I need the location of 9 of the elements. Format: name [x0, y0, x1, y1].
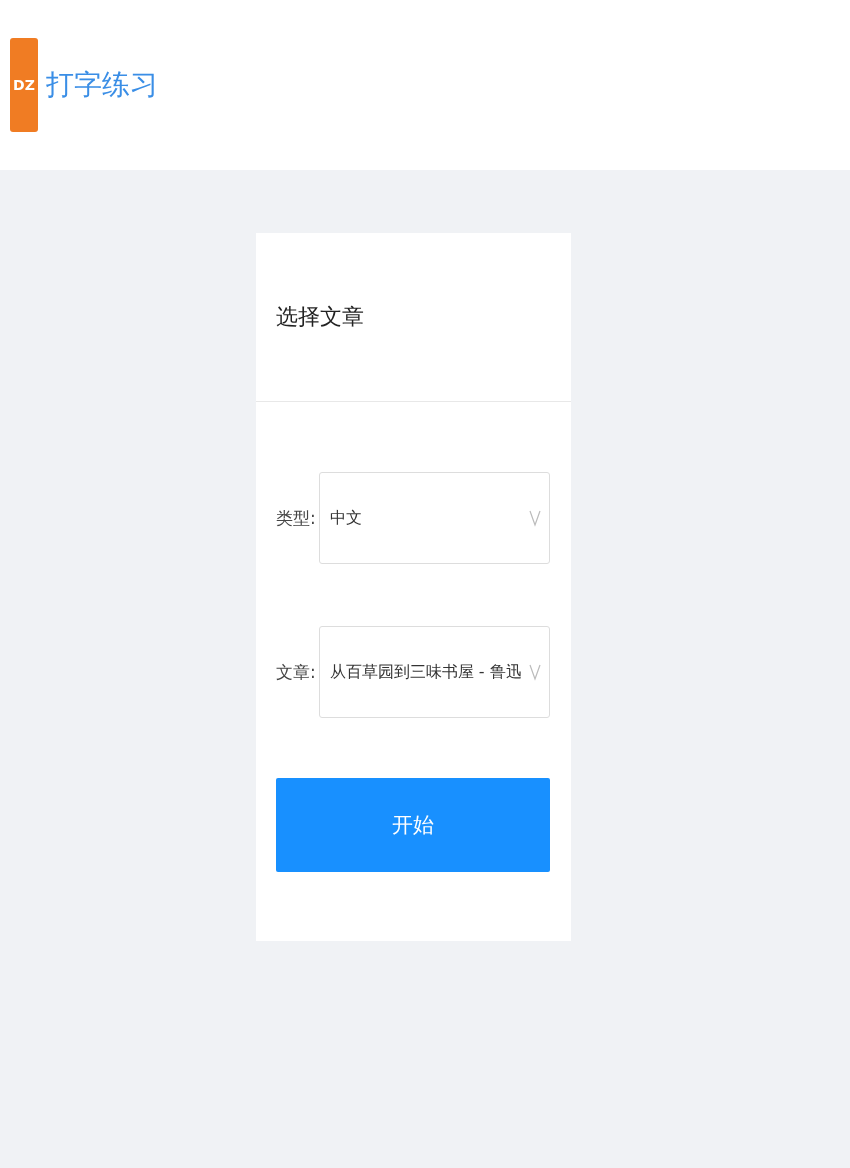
field-label: 类型: [276, 506, 316, 530]
chevron-down-icon [529, 662, 541, 682]
card-title: 选择文章 [276, 303, 364, 331]
select-field[interactable]: 中文 [318, 472, 550, 564]
chevron-down-icon [529, 508, 541, 528]
select-field[interactable]: 从百草园到三味书屋 - 鲁迅 [318, 626, 550, 718]
logo-badge: DZ [10, 38, 38, 132]
site-title: 打字练习 [46, 67, 158, 103]
field-label: 文章: [276, 660, 316, 684]
